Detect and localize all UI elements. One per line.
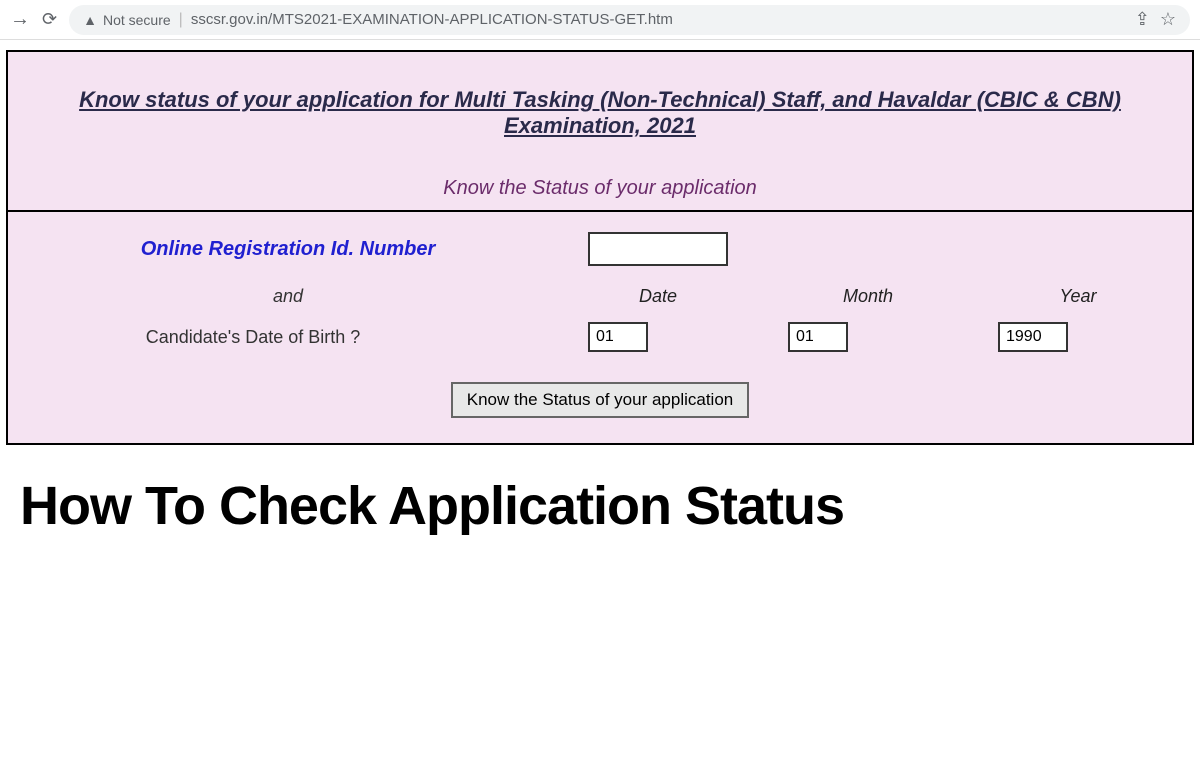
forward-icon[interactable]: → (10, 8, 30, 31)
date-header: Date (588, 286, 728, 307)
dob-date-input[interactable] (588, 322, 648, 352)
dob-label: Candidate's Date of Birth ? (48, 327, 428, 348)
bookmark-star-icon[interactable]: ☆ (1160, 9, 1176, 30)
share-icon[interactable]: ⇪ (1135, 9, 1150, 30)
dob-year-input[interactable] (998, 322, 1068, 352)
status-form: Online Registration Id. Number and Date … (8, 210, 1192, 443)
reload-icon[interactable]: ⟳ (42, 9, 57, 30)
dob-month-input[interactable] (788, 322, 848, 352)
page-subtitle: Know the Status of your application (8, 169, 1192, 210)
application-status-panel: Know status of your application for Mult… (6, 50, 1194, 445)
registration-id-input[interactable] (588, 232, 728, 266)
url-text: sscsr.gov.in/MTS2021-EXAMINATION-APPLICA… (191, 11, 1125, 28)
registration-id-label: Online Registration Id. Number (48, 238, 528, 261)
and-label: and (48, 286, 528, 307)
security-label: Not secure (103, 12, 171, 28)
url-divider: | (179, 11, 183, 29)
article-heading: How To Check Application Status (0, 445, 1200, 567)
submit-status-button[interactable]: Know the Status of your application (451, 382, 750, 418)
browser-toolbar: → ⟳ ▲ Not secure | sscsr.gov.in/MTS2021-… (0, 0, 1200, 40)
address-bar[interactable]: ▲ Not secure | sscsr.gov.in/MTS2021-EXAM… (69, 5, 1190, 35)
month-header: Month (768, 286, 968, 307)
year-header: Year (1008, 286, 1148, 307)
page-title: Know status of your application for Mult… (8, 52, 1192, 169)
warning-icon: ▲ (83, 12, 97, 28)
